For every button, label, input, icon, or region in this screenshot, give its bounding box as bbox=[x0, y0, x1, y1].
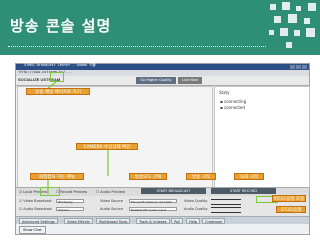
close-button[interactable] bbox=[302, 65, 307, 69]
highlight-preview-checkbox bbox=[40, 187, 60, 196]
tab-go-higher-quality[interactable]: Go Higher Quality bbox=[136, 77, 176, 84]
start-record-button[interactable]: START RECORD bbox=[211, 188, 276, 194]
video-quality-label: Video Quality bbox=[184, 199, 208, 203]
audio-preview-checkbox[interactable]: ☐ Audio Preview bbox=[96, 190, 125, 194]
video-mode-select[interactable]: HD Ready bbox=[56, 199, 84, 204]
slide-title: 방송 콘솔 설명 bbox=[10, 17, 112, 35]
title-divider bbox=[8, 46, 266, 47]
audio-quality-slider[interactable] bbox=[211, 207, 241, 213]
callout-camera-status: CAMERA 수신상태 확인 bbox=[76, 143, 138, 150]
record-preview-checkbox[interactable]: ☐ Record Preview bbox=[56, 190, 87, 194]
window-controls bbox=[290, 65, 307, 69]
callout-start-broadcast: 방송 시작 bbox=[186, 173, 216, 180]
show-chat-button[interactable]: Show Chat bbox=[19, 226, 46, 234]
chat-area: Show Chat bbox=[16, 224, 309, 234]
status-heading: Staty bbox=[219, 90, 230, 95]
minimize-button[interactable] bbox=[290, 65, 295, 69]
video-source-label: Video Source bbox=[100, 199, 123, 203]
audio-quality-label: Audio Quality bbox=[184, 207, 208, 211]
slide-header: 방송 콘솔 설명 bbox=[0, 0, 320, 55]
callout-capture-menu: 화질캡처 하는 메뉴 bbox=[30, 173, 84, 180]
callout-channel-page: 방송 채널 페이지로 가기 bbox=[26, 88, 90, 95]
window-title: VIMEO Broadcast Center - Adobe 키를 bbox=[24, 63, 96, 67]
callout-video-quality: 비디오음질 조정 bbox=[272, 195, 306, 202]
video-source-select[interactable]: Microsoft LifeCam VX-1000 bbox=[129, 199, 177, 204]
callout-broadcast-mode: 방송모드 선택 bbox=[129, 173, 167, 180]
start-broadcast-button[interactable]: START BROADCAST bbox=[141, 188, 206, 194]
maximize-button[interactable] bbox=[296, 65, 301, 69]
status-item-connected: ▪ connected bbox=[220, 105, 245, 110]
video-quality-slider[interactable] bbox=[211, 199, 241, 205]
decorative-pattern bbox=[269, 2, 316, 48]
audio-source-select[interactable]: Realtek HD Audio input bbox=[129, 207, 177, 212]
audio-volume-slider[interactable]: Volume bbox=[56, 207, 84, 212]
audio-broadcast-toggle[interactable]: ☑ Audio Broadcast bbox=[19, 207, 52, 211]
tab-live-now[interactable]: Live Now bbox=[178, 77, 202, 84]
callout-start-record: 녹화 시작 bbox=[234, 173, 264, 180]
video-broadcast-toggle[interactable]: ☑ Video Broadcast bbox=[19, 199, 52, 203]
highlight-channel-link bbox=[50, 72, 64, 82]
audio-source-label: Audio Source bbox=[100, 207, 124, 211]
callout-audio-quality: 오디오음질 bbox=[276, 206, 306, 213]
status-item-connecting: ▪ connecting bbox=[220, 99, 247, 104]
